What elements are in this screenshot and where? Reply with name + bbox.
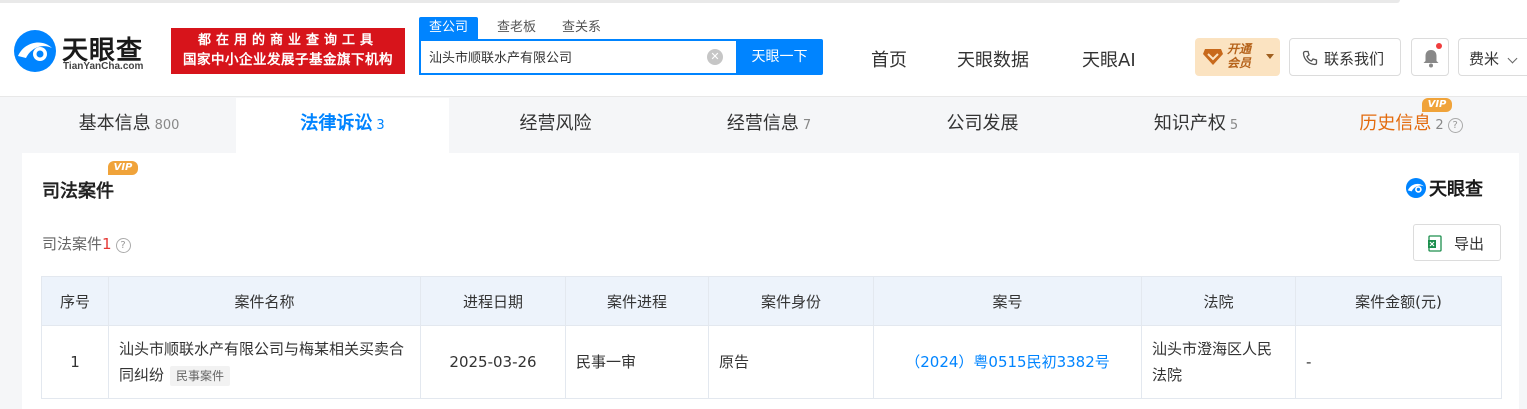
tab-history-count: 2 [1435,118,1444,133]
case-count-label: 司法案件1? [42,233,131,254]
tab-basic-info[interactable]: 基本信息 800 [22,98,236,153]
user-name: 费米 [1469,50,1500,68]
tianyancha-watermark: 天眼查 [1405,175,1505,201]
cell-index: 1 [41,325,109,399]
table-header-row: 序号 案件名称 进程日期 案件进程 案件身份 案号 法院 案件金额(元) [41,276,1502,326]
nav-data[interactable]: 天眼数据 [957,46,1029,72]
logo-url: TianYanCha.com [63,61,144,72]
cell-court: 汕头市澄海区人民法院 [1141,325,1296,399]
logo-icon [1405,177,1427,199]
promo-badge: 都在用的商业查询工具 国家中小企业发展子基金旗下机构 [171,28,405,74]
tab-history-label: 历史信息 [1359,113,1432,134]
export-button[interactable]: 导出 [1413,224,1501,261]
nav-home[interactable]: 首页 [871,46,907,72]
nav-ai[interactable]: 天眼AI [1082,46,1136,72]
search-tab-boss[interactable]: 查老板 [497,17,536,39]
col-header-case-no: 案号 [873,276,1142,326]
phone-icon [1302,50,1318,66]
cell-amount: - [1295,325,1502,399]
section-title: 司法案件 [42,181,114,202]
cell-stage: 民事一审 [565,325,709,399]
col-header-court: 法院 [1141,276,1296,326]
tab-history[interactable]: 历史信息 2? [1303,98,1519,153]
cases-table: 序号 案件名称 进程日期 案件进程 案件身份 案号 法院 案件金额(元) 1 汕… [41,276,1502,399]
notification-button[interactable] [1411,38,1449,76]
tab-intellectual-property-count: 5 [1229,118,1239,133]
tab-basic-info-label: 基本信息 [78,113,151,134]
contact-us-label: 联系我们 [1324,50,1385,68]
section-tabs: 基本信息 800 法律诉讼 3 经营风险 经营信息 7 公司发展 知识产权 5 历史信息… [22,98,1519,153]
case-name-link[interactable]: 汕头市顺联水产有限公司与梅某相关买卖合同纠纷 [119,340,404,384]
col-header-role: 案件身份 [708,276,874,326]
vip-tag-judicial: VIP [108,161,138,175]
case-count-number: 1 [102,235,112,253]
judicial-cases-card: VIP 司法案件 天眼查 司法案件1? 导出 序号 案件名称 进程日期 案件进程… [22,153,1519,409]
export-label: 导出 [1454,235,1485,253]
cell-role: 原告 [708,325,874,399]
col-header-index: 序号 [41,276,109,326]
search-tab-relation[interactable]: 查关系 [562,17,601,39]
promo-line-1: 都在用的商业查询工具 [197,33,378,48]
clear-search-icon[interactable]: ✕ [707,49,723,65]
cell-case-name: 汕头市顺联水产有限公司与梅某相关买卖合同纠纷 民事案件 [108,325,421,399]
case-type-tag: 民事案件 [170,366,231,386]
col-header-name: 案件名称 [108,276,421,326]
excel-icon [1428,235,1442,252]
vip-tag-history: VIP [1422,98,1452,112]
help-icon[interactable]: ? [1447,118,1463,133]
search-box: ✕ [419,39,737,75]
cell-case-no: （2024）粤0515民初3382号 [873,325,1142,399]
cell-date: 2025-03-26 [420,325,566,399]
search-input[interactable] [429,49,699,64]
tab-basic-info-count: 800 [154,118,180,133]
site-logo[interactable]: 天眼查 TianYanCha.com [12,28,164,74]
diamond-icon [1203,49,1223,65]
vip-upgrade-button[interactable]: 开通 会员 [1195,38,1280,76]
tab-operating-risk-label: 经营风险 [519,113,592,134]
col-header-date: 进程日期 [420,276,566,326]
case-number-link[interactable]: （2024）粤0515民初3382号 [905,353,1110,371]
chevron-down-icon [1507,53,1518,64]
top-header: 天眼查 TianYanCha.com 都在用的商业查询工具 国家中小企业发展子基… [0,0,1527,97]
tab-operating-info-count: 7 [802,118,812,133]
caret-down-icon [1266,54,1274,59]
search-tab-company[interactable]: 查公司 [419,17,479,39]
vip-label: 开通 会员 [1227,42,1251,70]
tab-legal-count: 3 [376,118,385,133]
vip-label-line-1: 开通 [1227,42,1252,56]
help-icon[interactable]: ? [115,238,131,253]
contact-us-button[interactable]: 联系我们 [1289,38,1401,76]
tab-operating-info[interactable]: 经营信息 7 [662,98,876,153]
tab-company-development[interactable]: 公司发展 [876,98,1089,153]
tab-intellectual-property-label: 知识产权 [1153,113,1226,134]
tab-operating-info-label: 经营信息 [726,113,799,134]
col-header-stage: 案件进程 [565,276,709,326]
tab-legal[interactable]: 法律诉讼 3 [236,98,449,153]
table-row: 1 汕头市顺联水产有限公司与梅某相关买卖合同纠纷 民事案件 2025-03-26 … [41,325,1502,399]
search-button[interactable]: 天眼一下 [736,39,823,75]
notification-dot [1436,43,1442,49]
top-scroll-strip [0,0,1400,3]
logo-icon [14,30,56,72]
case-count-text: 司法案件 [42,235,103,253]
col-header-amount: 案件金额(元) [1295,276,1502,326]
user-menu-button[interactable]: 费米 [1458,38,1527,76]
tab-intellectual-property[interactable]: 知识产权 5 [1089,98,1303,153]
promo-line-2: 国家中小企业发展子基金旗下机构 [183,52,393,68]
watermark-text: 天眼查 [1429,179,1483,200]
vip-label-line-2: 会员 [1227,56,1252,70]
tab-legal-label: 法律诉讼 [300,113,373,134]
bell-icon [1423,50,1439,68]
tab-operating-risk[interactable]: 经营风险 [449,98,662,153]
tab-company-development-label: 公司发展 [946,113,1019,134]
